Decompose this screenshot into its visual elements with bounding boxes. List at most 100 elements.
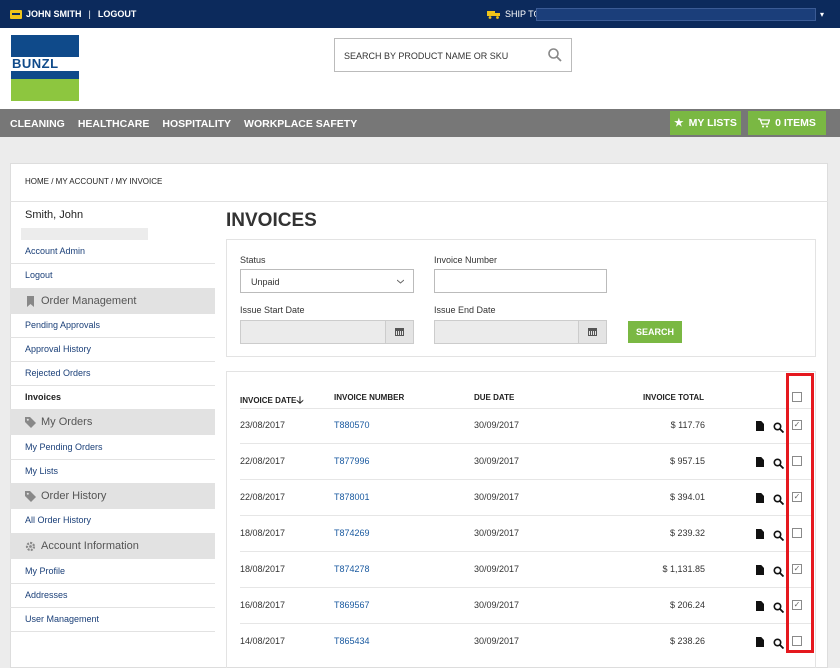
nav-item-workplace-safety[interactable]: WORKPLACE SAFETY xyxy=(244,118,357,130)
chevron-down-icon[interactable]: ▾ xyxy=(820,10,824,19)
sidebar-item-my-pending-orders[interactable]: My Pending Orders xyxy=(25,442,103,452)
ship-to: SHIP TO: xyxy=(487,9,543,19)
sidebar-item-pending-approvals[interactable]: Pending Approvals xyxy=(25,320,100,330)
sort-desc-icon: 🡣 xyxy=(296,395,304,406)
invoice-number-link[interactable]: T865434 xyxy=(334,636,370,646)
sidebar-item-my-profile[interactable]: My Profile xyxy=(25,566,65,576)
search-icon[interactable] xyxy=(773,528,785,542)
search-input[interactable]: SEARCH BY PRODUCT NAME OR SKU xyxy=(334,38,572,72)
sidebar-item-my-lists[interactable]: My Lists xyxy=(25,466,58,476)
due-date: 30/09/2017 xyxy=(474,564,520,574)
sidebar-item-logout[interactable]: Logout xyxy=(25,270,53,280)
calendar-icon[interactable] xyxy=(578,321,606,343)
invoice-number-link[interactable]: T878001 xyxy=(334,492,370,502)
table-row xyxy=(240,627,812,661)
search-icon[interactable] xyxy=(773,636,785,650)
star-icon: ★ xyxy=(674,117,684,129)
invoice-number-label: Invoice Number xyxy=(434,255,498,265)
gear-icon xyxy=(25,541,36,552)
status-value: Unpaid xyxy=(251,277,280,287)
calendar-icon[interactable] xyxy=(385,321,413,343)
cart-button[interactable]: 0 ITEMS xyxy=(748,111,826,135)
search-button[interactable]: SEARCH xyxy=(628,321,682,343)
invoice-total: $ 957.15 xyxy=(669,456,705,466)
sidebar-section-account-information[interactable]: Account Information xyxy=(10,533,215,559)
invoice-number-link[interactable]: T874278 xyxy=(334,564,370,574)
row-divider xyxy=(240,587,812,588)
invoice-total: $ 117.76 xyxy=(670,420,705,430)
table-row xyxy=(240,555,812,589)
sidebar-item-user-management[interactable]: User Management xyxy=(25,614,99,624)
sidebar-item-approval-history[interactable]: Approval History xyxy=(25,344,91,354)
invoice-number-link[interactable]: T880570 xyxy=(334,420,370,430)
invoice-date: 18/08/2017 xyxy=(240,564,286,574)
nav-item-healthcare[interactable]: HEALTHCARE xyxy=(78,118,150,130)
id-card-icon xyxy=(10,9,22,19)
sidebar-section-order-management[interactable]: Order Management xyxy=(10,288,215,314)
invoice-total: $ 239.32 xyxy=(669,528,705,538)
tag-icon xyxy=(25,417,36,428)
invoice-number-link[interactable]: T877996 xyxy=(334,456,370,466)
search-icon[interactable] xyxy=(773,600,785,614)
sidebar-item-invoices[interactable]: Invoices xyxy=(25,392,61,402)
invoice-date: 23/08/2017 xyxy=(240,420,286,430)
invoice-number-input[interactable] xyxy=(434,269,607,293)
invoice-number-link[interactable]: T874269 xyxy=(334,528,370,538)
invoice-number-link[interactable]: T869567 xyxy=(334,600,370,610)
logout-link[interactable]: LOGOUT xyxy=(98,9,137,19)
issue-start-label: Issue Start Date xyxy=(240,305,305,315)
sidebar-item-all-order-history[interactable]: All Order History xyxy=(25,515,91,525)
table-row xyxy=(240,591,812,625)
row-divider xyxy=(240,479,812,480)
invoice-date: 18/08/2017 xyxy=(240,528,286,538)
due-date: 30/09/2017 xyxy=(474,456,520,466)
sidebar-item-account-admin[interactable]: Account Admin xyxy=(25,246,85,256)
user-name[interactable]: JOHN SMITH xyxy=(26,9,82,19)
invoice-date: 22/08/2017 xyxy=(240,456,286,466)
search-icon[interactable] xyxy=(773,492,785,506)
search-icon[interactable] xyxy=(773,420,785,434)
account-detail-redacted xyxy=(21,228,148,240)
due-date: 30/09/2017 xyxy=(474,420,520,430)
column-header-due-date[interactable]: DUE DATE xyxy=(474,393,514,402)
section-title: Order History xyxy=(41,490,107,502)
sidebar-section-order-history[interactable]: Order History xyxy=(10,483,215,509)
due-date: 30/09/2017 xyxy=(474,636,520,646)
invoice-date: 14/08/2017 xyxy=(240,636,286,646)
sidebar-item-rejected-orders[interactable]: Rejected Orders xyxy=(25,368,91,378)
search-icon[interactable] xyxy=(547,47,563,63)
sidebar-section-my-orders[interactable]: My Orders xyxy=(10,409,215,435)
section-title: My Orders xyxy=(41,416,93,428)
column-header-invoice-number[interactable]: INVOICE NUMBER xyxy=(334,393,404,402)
status-select[interactable]: Unpaid xyxy=(240,269,414,293)
page-title: INVOICES xyxy=(226,210,317,231)
cart-label: 0 ITEMS xyxy=(775,117,816,129)
ship-to-select[interactable] xyxy=(536,8,816,21)
highlight-box xyxy=(786,373,814,653)
nav-item-hospitality[interactable]: HOSPITALITY xyxy=(162,118,231,130)
my-lists-button[interactable]: ★ MY LISTS xyxy=(670,111,741,135)
separator: | xyxy=(88,9,91,19)
bunzl-logo[interactable]: BUNZL xyxy=(11,35,79,101)
table-row xyxy=(240,519,812,553)
section-title: Account Information xyxy=(41,540,139,552)
search-icon[interactable] xyxy=(773,564,785,578)
search-icon[interactable] xyxy=(773,456,785,470)
due-date: 30/09/2017 xyxy=(474,492,520,502)
sidebar-item-addresses[interactable]: Addresses xyxy=(25,590,68,600)
account-name: Smith, John xyxy=(25,209,84,221)
issue-start-date-input[interactable] xyxy=(240,320,414,344)
row-divider xyxy=(240,551,812,552)
column-header-invoice-total[interactable]: INVOICE TOTAL xyxy=(643,393,704,402)
nav-item-cleaning[interactable]: CLEANING xyxy=(10,118,65,130)
truck-icon xyxy=(487,10,500,19)
invoice-total: $ 238.26 xyxy=(669,636,705,646)
due-date: 30/09/2017 xyxy=(474,528,520,538)
breadcrumb[interactable]: HOME / MY ACCOUNT / MY INVOICE xyxy=(25,177,162,186)
issue-end-date-input[interactable] xyxy=(434,320,607,344)
invoice-total: $ 394.01 xyxy=(669,492,705,502)
logo-text: BUNZL xyxy=(11,57,79,71)
table-row xyxy=(240,483,812,517)
bookmark-icon xyxy=(27,296,34,307)
section-title: Order Management xyxy=(41,295,137,307)
